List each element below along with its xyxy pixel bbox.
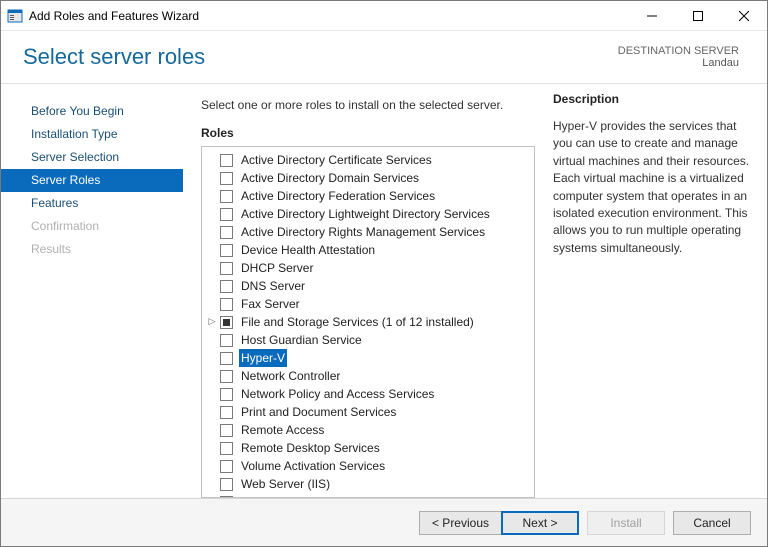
- role-row[interactable]: Network Controller: [206, 367, 530, 385]
- wizard-step-server-roles[interactable]: Server Roles: [1, 169, 183, 192]
- titlebar: Add Roles and Features Wizard: [1, 1, 767, 31]
- role-label: Active Directory Certificate Services: [239, 151, 434, 169]
- minimize-button[interactable]: [629, 1, 675, 31]
- role-checkbox[interactable]: [220, 280, 233, 293]
- role-checkbox[interactable]: [220, 460, 233, 473]
- role-checkbox[interactable]: [220, 172, 233, 185]
- role-row[interactable]: Windows Deployment Services: [206, 493, 530, 497]
- role-label: Active Directory Federation Services: [239, 187, 437, 205]
- wizard-step-nav: Before You BeginInstallation TypeServer …: [1, 92, 183, 498]
- previous-button[interactable]: < Previous: [419, 511, 501, 535]
- footer: < Previous Next > Install Cancel: [1, 498, 767, 546]
- role-row[interactable]: Device Health Attestation: [206, 241, 530, 259]
- header: Select server roles DESTINATION SERVER L…: [1, 31, 767, 83]
- role-checkbox[interactable]: [220, 298, 233, 311]
- maximize-button[interactable]: [675, 1, 721, 31]
- description-heading: Description: [553, 92, 753, 112]
- role-label: Host Guardian Service: [239, 331, 364, 349]
- role-label: Windows Deployment Services: [239, 493, 408, 497]
- destination-label: DESTINATION SERVER: [618, 45, 739, 57]
- close-button[interactable]: [721, 1, 767, 31]
- role-row[interactable]: Hyper-V: [206, 349, 530, 367]
- page-title: Select server roles: [23, 44, 205, 70]
- role-label: Volume Activation Services: [239, 457, 387, 475]
- role-row[interactable]: Network Policy and Access Services: [206, 385, 530, 403]
- window-title: Add Roles and Features Wizard: [29, 9, 199, 23]
- role-label: Network Controller: [239, 367, 342, 385]
- role-checkbox[interactable]: [220, 370, 233, 383]
- role-checkbox[interactable]: [220, 424, 233, 437]
- role-row[interactable]: Volume Activation Services: [206, 457, 530, 475]
- wizard-step-server-selection[interactable]: Server Selection: [1, 146, 183, 169]
- role-checkbox[interactable]: [220, 406, 233, 419]
- role-row[interactable]: Host Guardian Service: [206, 331, 530, 349]
- expand-icon[interactable]: ▷: [206, 315, 218, 327]
- role-checkbox[interactable]: [220, 478, 233, 491]
- destination-value: Landau: [618, 57, 739, 69]
- role-checkbox[interactable]: [220, 226, 233, 239]
- wizard-step-before-you-begin[interactable]: Before You Begin: [1, 100, 183, 123]
- roles-listbox: Active Directory Certificate ServicesAct…: [201, 146, 535, 498]
- destination-server-info: DESTINATION SERVER Landau: [618, 45, 739, 69]
- cancel-button[interactable]: Cancel: [673, 511, 751, 535]
- wizard-step-features[interactable]: Features: [1, 192, 183, 215]
- role-checkbox[interactable]: [220, 352, 233, 365]
- description-text: Hyper-V provides the services that you c…: [553, 112, 753, 257]
- role-label: Active Directory Rights Management Servi…: [239, 223, 487, 241]
- role-row[interactable]: DNS Server: [206, 277, 530, 295]
- role-checkbox[interactable]: [220, 316, 233, 329]
- role-label: Active Directory Lightweight Directory S…: [239, 205, 492, 223]
- role-label: Remote Desktop Services: [239, 439, 382, 457]
- role-checkbox[interactable]: [220, 190, 233, 203]
- role-label: Web Server (IIS): [239, 475, 332, 493]
- role-row[interactable]: Print and Document Services: [206, 403, 530, 421]
- role-checkbox[interactable]: [220, 334, 233, 347]
- role-row[interactable]: Web Server (IIS): [206, 475, 530, 493]
- role-row[interactable]: DHCP Server: [206, 259, 530, 277]
- role-checkbox[interactable]: [220, 496, 233, 498]
- role-label: Network Policy and Access Services: [239, 385, 436, 403]
- install-button: Install: [587, 511, 665, 535]
- wizard-window: Add Roles and Features Wizard Select ser…: [0, 0, 768, 547]
- wizard-step-installation-type[interactable]: Installation Type: [1, 123, 183, 146]
- role-label: DHCP Server: [239, 259, 315, 277]
- role-row[interactable]: Remote Desktop Services: [206, 439, 530, 457]
- role-checkbox[interactable]: [220, 388, 233, 401]
- role-checkbox[interactable]: [220, 154, 233, 167]
- roles-heading: Roles: [201, 126, 535, 146]
- role-label: Print and Document Services: [239, 403, 398, 421]
- role-checkbox[interactable]: [220, 442, 233, 455]
- role-row[interactable]: Active Directory Lightweight Directory S…: [206, 205, 530, 223]
- role-label: Remote Access: [239, 421, 326, 439]
- role-label: Device Health Attestation: [239, 241, 377, 259]
- role-label: File and Storage Services (1 of 12 insta…: [239, 313, 476, 331]
- app-icon: [7, 8, 23, 24]
- role-row[interactable]: Active Directory Federation Services: [206, 187, 530, 205]
- role-row[interactable]: Remote Access: [206, 421, 530, 439]
- role-label: DNS Server: [239, 277, 307, 295]
- role-checkbox[interactable]: [220, 208, 233, 221]
- role-row[interactable]: Active Directory Certificate Services: [206, 151, 530, 169]
- role-checkbox[interactable]: [220, 262, 233, 275]
- instruction-text: Select one or more roles to install on t…: [201, 92, 535, 126]
- role-label: Fax Server: [239, 295, 302, 313]
- role-label: Active Directory Domain Services: [239, 169, 421, 187]
- role-checkbox[interactable]: [220, 244, 233, 257]
- role-row[interactable]: Active Directory Domain Services: [206, 169, 530, 187]
- roles-scroll[interactable]: Active Directory Certificate ServicesAct…: [202, 147, 534, 497]
- role-row[interactable]: Active Directory Rights Management Servi…: [206, 223, 530, 241]
- role-row[interactable]: ▷ File and Storage Services (1 of 12 inst…: [206, 313, 530, 331]
- role-row[interactable]: Fax Server: [206, 295, 530, 313]
- wizard-step-results: Results: [1, 238, 183, 261]
- role-label: Hyper-V: [239, 349, 287, 367]
- wizard-step-confirmation: Confirmation: [1, 215, 183, 238]
- next-button[interactable]: Next >: [501, 511, 579, 535]
